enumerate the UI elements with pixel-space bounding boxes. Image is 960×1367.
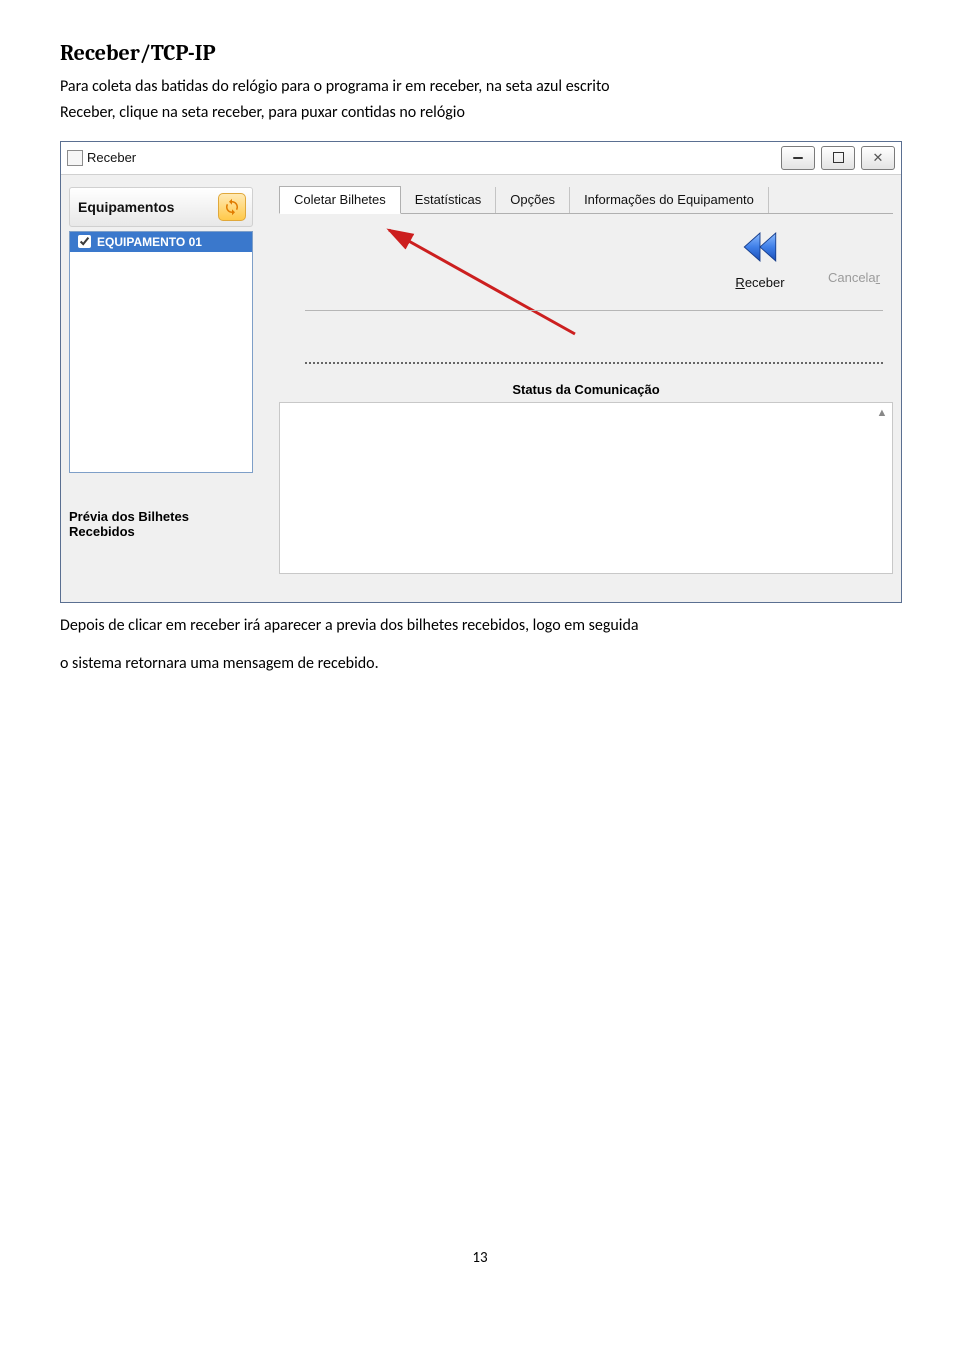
- tab-informacoes-equipamento[interactable]: Informações do Equipamento: [570, 187, 769, 213]
- tab-opcoes[interactable]: Opções: [496, 187, 570, 213]
- right-panel: Coletar Bilhetes Estatísticas Opções Inf…: [261, 175, 901, 602]
- tab-estatisticas[interactable]: Estatísticas: [401, 187, 496, 213]
- maximize-button[interactable]: [821, 146, 855, 170]
- receber-label: Receber: [735, 275, 784, 290]
- rewind-arrow-icon: [739, 226, 781, 273]
- refresh-icon[interactable]: [218, 193, 246, 221]
- divider-line: [305, 310, 883, 311]
- app-icon: [67, 150, 83, 166]
- minimize-button[interactable]: [781, 146, 815, 170]
- receber-window: Receber ✕ Equipamentos EQUIPAMENTO: [60, 141, 902, 603]
- scroll-up-icon[interactable]: ▲: [874, 405, 890, 421]
- equipment-checkbox[interactable]: [78, 235, 91, 248]
- after-paragraph-line2: o sistema retornara uma mensagem de rece…: [60, 653, 900, 675]
- dotted-divider: [305, 362, 883, 364]
- cancelar-button[interactable]: Cancelar: [819, 226, 889, 285]
- intro-paragraph-line1: Para coleta das batidas do relógio para …: [60, 76, 900, 98]
- equipamentos-header[interactable]: Equipamentos: [69, 187, 253, 227]
- annotation-arrow-icon: [375, 224, 585, 344]
- equipamentos-label: Equipamentos: [78, 199, 174, 215]
- tab-strip: Coletar Bilhetes Estatísticas Opções Inf…: [279, 183, 893, 214]
- equipment-item-label: EQUIPAMENTO 01: [97, 235, 202, 249]
- tab-coletar-bilhetes[interactable]: Coletar Bilhetes: [279, 186, 401, 214]
- previa-label: Prévia dos Bilhetes Recebidos: [69, 509, 253, 539]
- window-titlebar[interactable]: Receber ✕: [61, 142, 901, 175]
- equipment-list[interactable]: EQUIPAMENTO 01: [69, 231, 253, 473]
- intro-paragraph-line2: Receber, clique na seta receber, para pu…: [60, 102, 900, 124]
- window-title: Receber: [87, 150, 136, 165]
- equipment-list-item[interactable]: EQUIPAMENTO 01: [70, 232, 252, 252]
- left-panel: Equipamentos EQUIPAMENTO 01 Prévia dos B…: [61, 175, 261, 602]
- status-text-area[interactable]: ▲: [279, 402, 893, 574]
- cancelar-label: Cancelar: [828, 270, 880, 285]
- tab-body: Receber Cancelar Status da Comunicação ▲: [279, 214, 893, 594]
- receber-button[interactable]: Receber: [725, 226, 795, 290]
- status-comunicacao-label: Status da Comunicação: [279, 382, 893, 397]
- after-paragraph-line1: Depois de clicar em receber irá aparecer…: [60, 615, 900, 637]
- section-heading: Receber/TCP-IP: [60, 40, 900, 66]
- page-number: 13: [0, 1249, 960, 1267]
- close-button[interactable]: ✕: [861, 146, 895, 170]
